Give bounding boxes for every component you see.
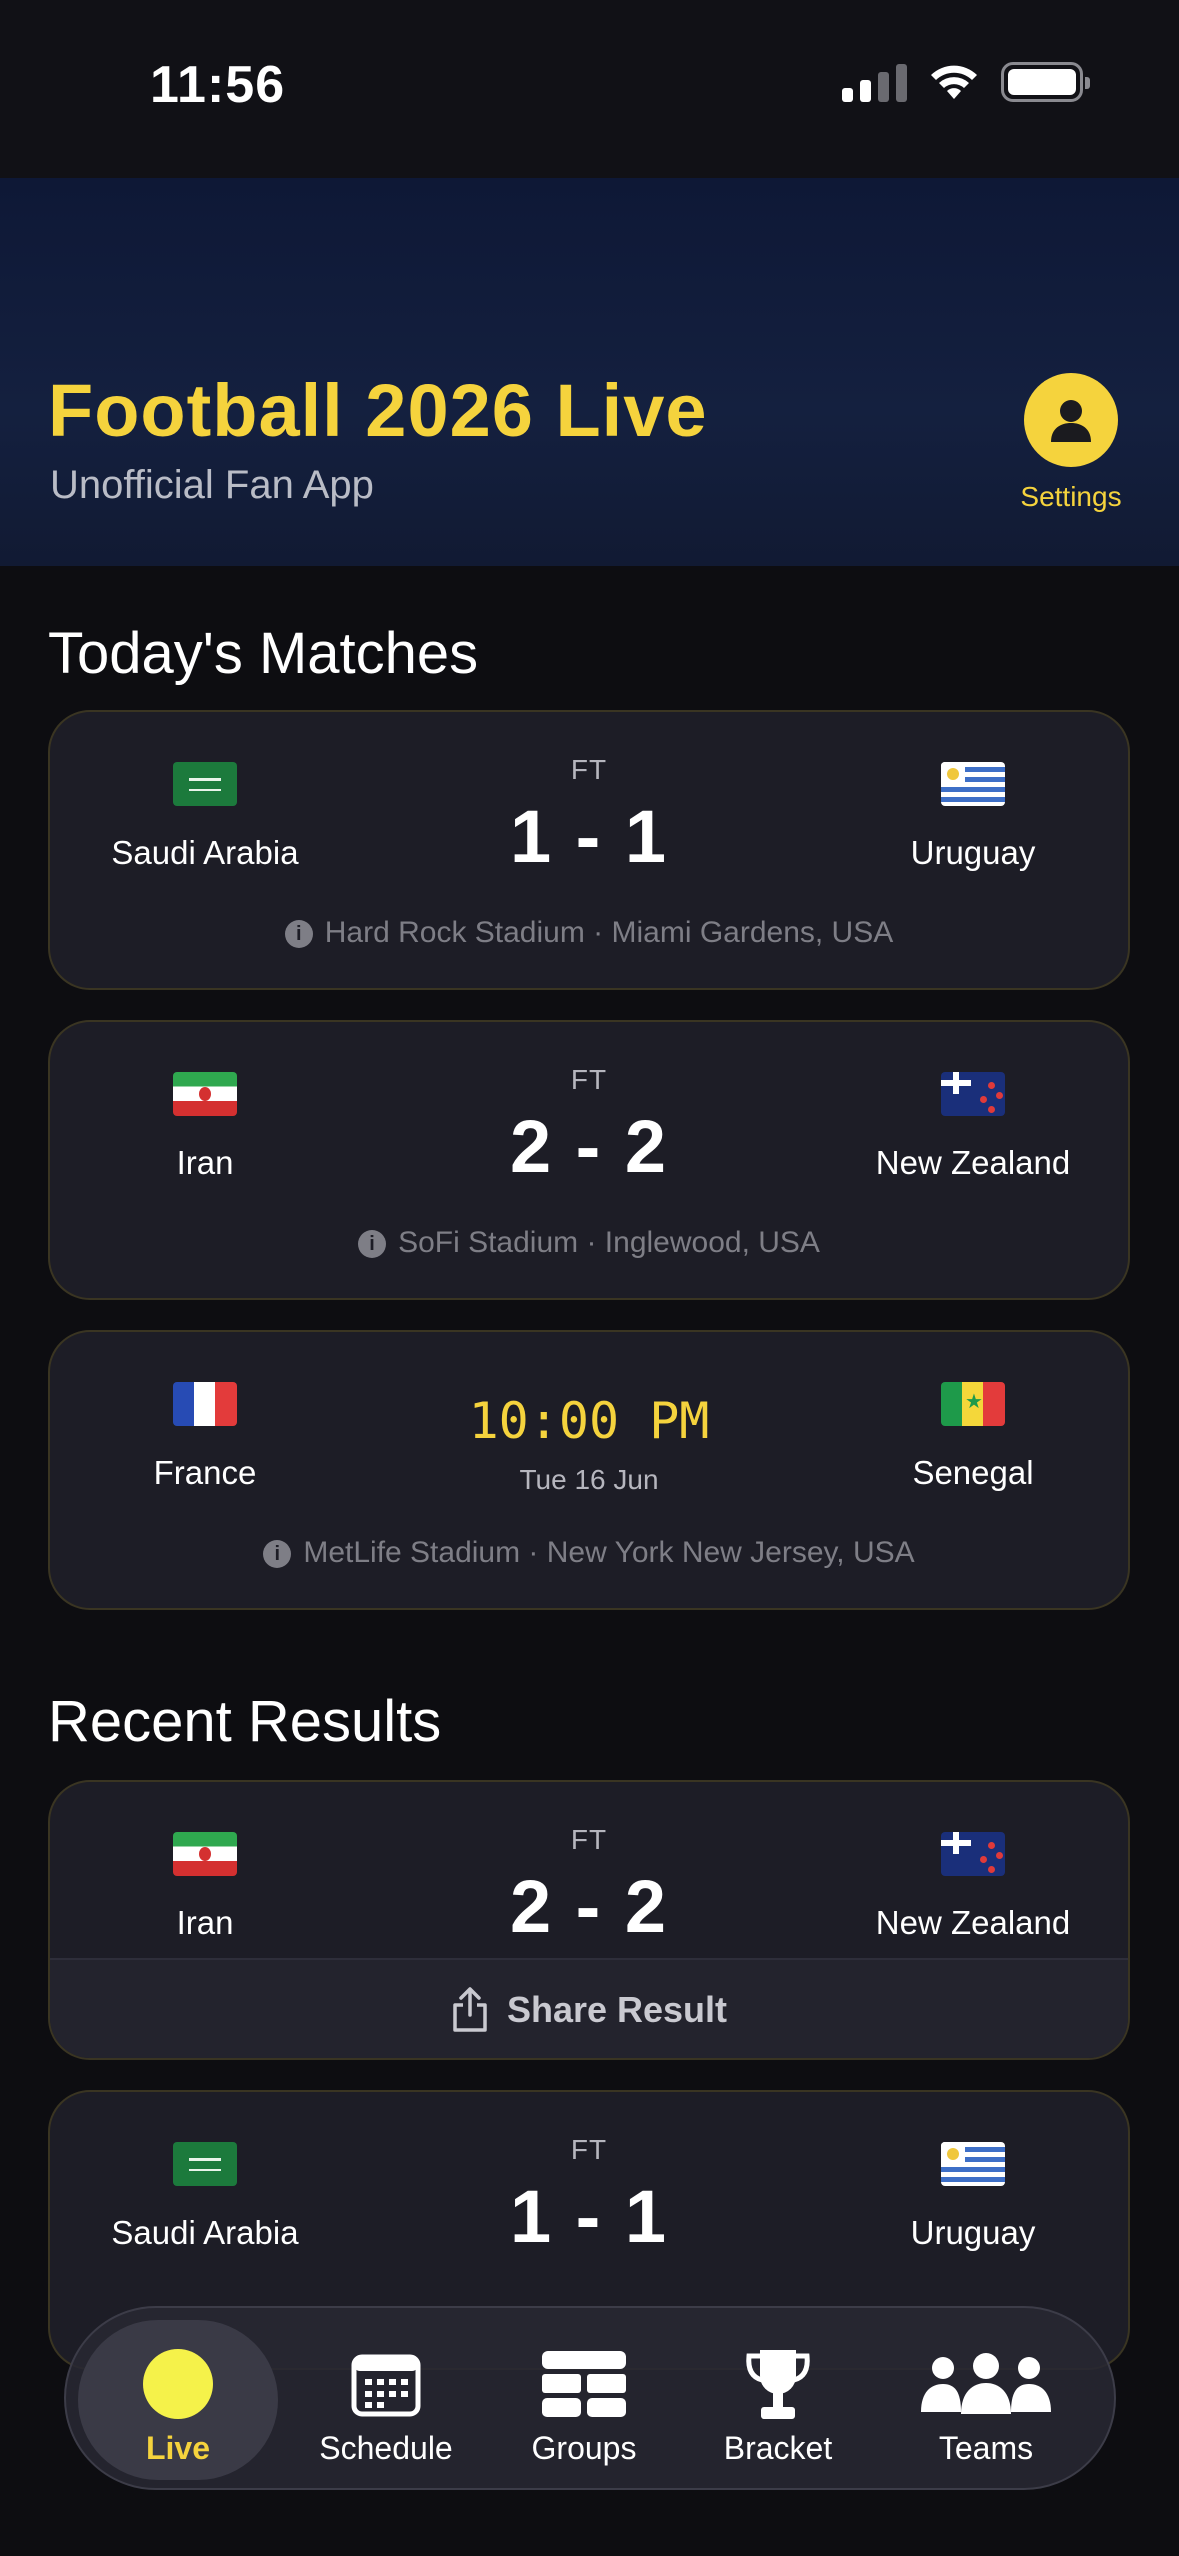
app-header: Football 2026 Live Unofficial Fan App Se… <box>0 178 1179 566</box>
home-team[interactable]: Saudi Arabia <box>50 2142 360 2252</box>
team-name: Uruguay <box>910 2214 1036 2251</box>
team-name: Iran <box>176 1904 234 1941</box>
tab-label: Bracket <box>723 2430 833 2466</box>
tab-label: Teams <box>938 2430 1034 2466</box>
settings-label: Settings <box>1020 481 1122 512</box>
tab-label: Schedule <box>319 2430 453 2466</box>
away-team[interactable]: Senegal <box>818 1382 1128 1492</box>
venue-text: MetLife Stadium · New York New Jersey, U… <box>303 1536 915 1569</box>
info-icon: i <box>358 1230 387 1258</box>
venue: i SoFi Stadium · Inglewood, USA <box>50 1226 1128 1260</box>
tab-label: Groups <box>531 2430 637 2466</box>
tab-live[interactable]: Live <box>78 2320 278 2480</box>
trophy-icon <box>746 2350 810 2419</box>
match-card[interactable]: France 10:00 PM Tue 16 Jun Senegal iMetL… <box>48 1330 1130 1610</box>
senegal-flag-icon <box>941 1382 1005 1426</box>
status-time: 11:56 <box>150 56 286 114</box>
status-icons <box>842 62 1090 102</box>
tab-schedule[interactable]: Schedule <box>286 2320 486 2480</box>
venue-text: SoFi Stadium · Inglewood, USA <box>398 1226 820 1259</box>
team-name: Iran <box>176 1144 234 1181</box>
team-name: Saudi Arabia <box>111 2214 299 2251</box>
table-grid-icon <box>542 2351 626 2417</box>
share-result-button[interactable]: Share Result <box>50 1958 1128 2058</box>
away-team[interactable]: Uruguay <box>818 762 1128 872</box>
wifi-icon <box>931 65 977 99</box>
team-name: New Zealand <box>875 1904 1071 1941</box>
team-name: Saudi Arabia <box>111 834 299 871</box>
result-card[interactable]: Iran FT 2 - 2 New Zealand Share Result <box>48 1780 1130 2060</box>
new-zealand-flag-icon <box>941 1832 1005 1876</box>
venue-text: Hard Rock Stadium · Miami Gardens, USA <box>324 916 894 949</box>
info-icon: i <box>263 1540 292 1568</box>
away-team[interactable]: Uruguay <box>818 2142 1128 2252</box>
section-title-today: Today's Matches <box>48 621 479 686</box>
saudi-arabia-flag-icon <box>173 762 237 806</box>
share-icon <box>453 1987 487 2032</box>
tab-teams[interactable]: Teams <box>886 2320 1086 2480</box>
info-icon: i <box>284 920 313 948</box>
battery-icon <box>1001 62 1090 102</box>
person-icon <box>1024 373 1118 467</box>
tab-bar: Live Schedule Groups Bracket Teams <box>64 2306 1116 2490</box>
team-name: France <box>153 1454 257 1491</box>
tab-groups[interactable]: Groups <box>484 2320 684 2480</box>
live-dot-icon <box>143 2349 213 2419</box>
iran-flag-icon <box>173 1072 237 1116</box>
cellular-signal-icon <box>842 62 907 102</box>
team-name: Senegal <box>912 1454 1034 1491</box>
match-card[interactable]: Saudi Arabia FT 1 - 1 Uruguay i Hard Rock… <box>48 710 1130 990</box>
france-flag-icon <box>173 1382 237 1426</box>
home-team[interactable]: Saudi Arabia <box>50 762 360 872</box>
venue: i MetLife Stadium · New York New Jersey, … <box>50 1536 1128 1570</box>
calendar-icon <box>351 2354 421 2417</box>
status-bar: 11:56 <box>0 0 1179 178</box>
app-subtitle: Unofficial Fan App <box>50 463 374 507</box>
home-team[interactable]: Iran <box>50 1832 360 1942</box>
team-name: Uruguay <box>910 834 1036 871</box>
tab-bracket[interactable]: Bracket <box>678 2320 878 2480</box>
away-team[interactable]: New Zealand <box>818 1832 1128 1942</box>
section-title-recent: Recent Results <box>48 1689 442 1754</box>
app-title: Football 2026 Live <box>48 369 708 452</box>
iran-flag-icon <box>173 1832 237 1876</box>
away-team[interactable]: New Zealand <box>818 1072 1128 1182</box>
home-team[interactable]: France <box>50 1382 360 1492</box>
tab-label: Live <box>145 2430 211 2466</box>
share-result-label: Share Result <box>506 1989 728 2030</box>
uruguay-flag-icon <box>941 2142 1005 2186</box>
home-team[interactable]: Iran <box>50 1072 360 1182</box>
venue: i Hard Rock Stadium · Miami Gardens, USA <box>50 916 1128 950</box>
match-card[interactable]: Iran FT 2 - 2 New Zealand i SoFi Stadium … <box>48 1020 1130 1300</box>
people-icon <box>921 2353 1051 2414</box>
team-name: New Zealand <box>875 1144 1071 1181</box>
settings-button[interactable]: Settings <box>1011 373 1131 513</box>
new-zealand-flag-icon <box>941 1072 1005 1116</box>
saudi-arabia-flag-icon <box>173 2142 237 2186</box>
uruguay-flag-icon <box>941 762 1005 806</box>
